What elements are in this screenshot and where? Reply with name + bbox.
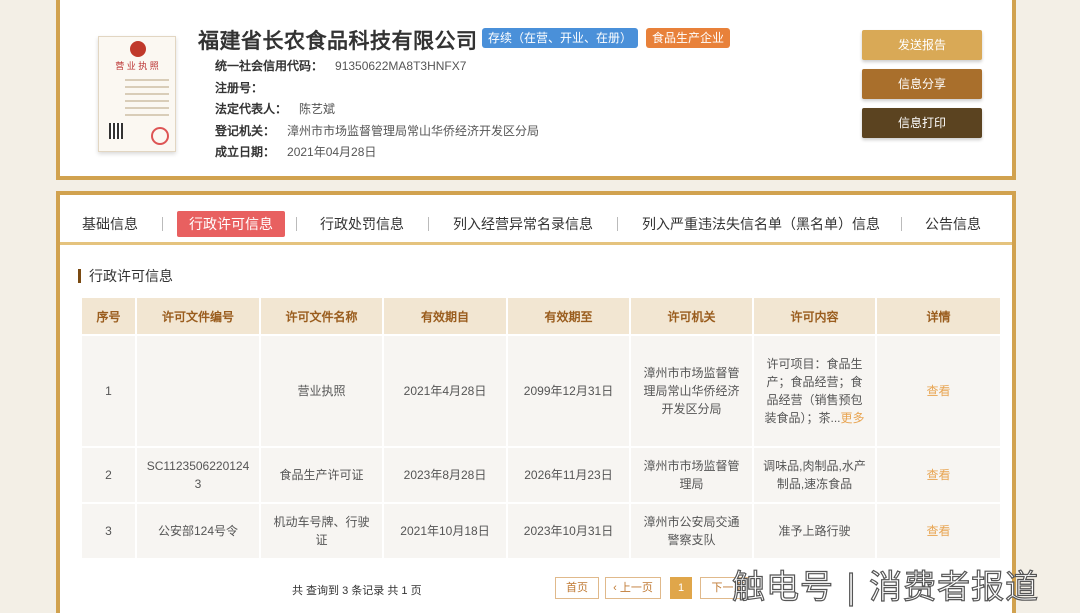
view-detail-link[interactable]: 查看 — [926, 468, 950, 482]
col-header-doc-no: 许可文件编号 — [135, 296, 261, 336]
send-report-button[interactable]: 发送报告 — [862, 30, 982, 60]
established-date-label: 成立日期： — [215, 145, 276, 159]
cell-detail: 查看 — [875, 446, 1002, 504]
cell-valid-to: 2026年11月23日 — [506, 446, 631, 504]
tab-admin-penalty[interactable]: 行政处罚信息 — [320, 211, 404, 237]
company-name: 福建省长农食品科技有限公司 — [198, 30, 478, 53]
prev-page-button[interactable]: ‹ 上一页 — [605, 577, 661, 599]
reg-number-row: 注册号： — [215, 79, 275, 96]
cell-doc-name: 食品生产许可证 — [259, 446, 384, 504]
page-number-current[interactable]: 1 — [670, 577, 692, 599]
watermark: 触电号 | 消费者报道 — [731, 566, 1040, 606]
company-type-badge: 食品生产企业 — [646, 28, 731, 48]
legal-rep-row: 法定代表人： 陈艺斌 — [215, 100, 335, 117]
cell-no: 2 — [80, 446, 137, 504]
print-info-button[interactable]: 信息打印 — [862, 108, 982, 138]
tab-divider — [296, 217, 297, 231]
credit-code-value: 91350622MA8T3HNFX7 — [335, 59, 467, 73]
first-page-button[interactable]: 首页 — [555, 577, 599, 599]
table-row: 1 营业执照 2021年4月28日 2099年12月31日 漳州市市场监督管理局… — [80, 334, 1002, 448]
credit-code-label: 统一社会信用代码： — [215, 59, 324, 73]
cell-doc-no: 公安部124号令 — [135, 502, 261, 560]
legal-rep-label: 法定代表人： — [215, 102, 288, 116]
cell-content: 准予上路行驶 — [752, 502, 877, 560]
company-card: 营 业 执 照 福建省长农食品科技有限公司 存续（在营、开业、在册） 食品生产企… — [56, 0, 1016, 180]
cell-detail: 查看 — [875, 334, 1002, 448]
cell-content: 许可项目：食品生产；食品经营；食品经营（销售预包装食品）；茶...更多 — [752, 334, 877, 448]
tab-announcements[interactable]: 公告信息 — [925, 211, 981, 237]
cell-detail: 查看 — [875, 502, 1002, 560]
reg-authority-value: 漳州市市场监督管理局常山华侨经济开发区分局 — [287, 124, 540, 138]
cell-valid-from: 2021年10月18日 — [382, 502, 508, 560]
cell-authority: 漳州市市场监督管理局 — [629, 446, 754, 504]
tab-basic-info[interactable]: 基础信息 — [82, 211, 138, 237]
col-header-valid-from: 有效期自 — [382, 296, 508, 336]
col-header-no: 序号 — [80, 296, 137, 336]
license-text-lines — [125, 79, 169, 121]
cell-doc-no: SC11235062201243 — [135, 446, 261, 504]
table-row: 2 SC11235062201243 食品生产许可证 2023年8月28日 20… — [80, 446, 1002, 504]
col-header-authority: 许可机关 — [629, 296, 754, 336]
cell-valid-from: 2023年8月28日 — [382, 446, 508, 504]
table-row: 3 公安部124号令 机动车号牌、行驶证 2021年10月18日 2023年10… — [80, 502, 1002, 560]
tab-blacklist[interactable]: 列入严重违法失信名单（黑名单）信息 — [642, 211, 880, 237]
cell-authority: 漳州市公安局交通警察支队 — [629, 502, 754, 560]
tab-divider — [901, 217, 902, 231]
cell-no: 1 — [80, 334, 137, 448]
reg-number-label: 注册号： — [215, 81, 264, 95]
tab-divider — [617, 217, 618, 231]
license-table: 序号 许可文件编号 许可文件名称 有效期自 有效期至 许可机关 许可内容 详情 … — [80, 296, 1002, 560]
reg-authority-row: 登记机关： 漳州市市场监督管理局常山华侨经济开发区分局 — [215, 122, 539, 139]
tab-divider — [428, 217, 429, 231]
cell-no: 3 — [80, 502, 137, 560]
credit-code-row: 统一社会信用代码： 91350622MA8T3HNFX7 — [215, 57, 466, 74]
cell-doc-name: 机动车号牌、行驶证 — [259, 502, 384, 560]
col-header-detail: 详情 — [875, 296, 1002, 336]
business-license-thumbnail[interactable]: 营 业 执 照 — [98, 36, 176, 152]
status-badge: 存续（在营、开业、在册） — [482, 28, 639, 48]
more-link[interactable]: 更多 — [841, 411, 865, 425]
col-header-valid-to: 有效期至 — [506, 296, 631, 336]
details-card: 基础信息 行政许可信息 行政处罚信息 列入经营异常名录信息 列入严重违法失信名单… — [56, 191, 1016, 613]
cell-valid-to: 2099年12月31日 — [506, 334, 631, 448]
established-date-row: 成立日期： 2021年04月28日 — [215, 143, 376, 160]
cell-doc-name: 营业执照 — [259, 334, 384, 448]
cell-authority: 漳州市市场监督管理局常山华侨经济开发区分局 — [629, 334, 754, 448]
tab-admin-license[interactable]: 行政许可信息 — [177, 211, 285, 237]
established-date-value: 2021年04月28日 — [287, 145, 377, 159]
view-detail-link[interactable]: 查看 — [926, 384, 950, 398]
legal-rep-value: 陈艺斌 — [299, 102, 336, 116]
view-detail-link[interactable]: 查看 — [926, 524, 950, 538]
share-info-button[interactable]: 信息分享 — [862, 69, 982, 99]
tab-divider — [162, 217, 163, 231]
cell-valid-from: 2021年4月28日 — [382, 334, 508, 448]
table-header-row: 序号 许可文件编号 许可文件名称 有效期自 有效期至 许可机关 许可内容 详情 — [80, 296, 1002, 336]
national-emblem-icon — [130, 41, 146, 57]
cell-content: 调味品,肉制品,水产制品,速冻食品 — [752, 446, 877, 504]
tab-abnormal-operations[interactable]: 列入经营异常名录信息 — [453, 211, 593, 237]
qr-code-icon — [109, 123, 123, 139]
tab-bar: 基础信息 行政许可信息 行政处罚信息 列入经营异常名录信息 列入严重违法失信名单… — [60, 195, 1012, 245]
cell-valid-to: 2023年10月31日 — [506, 502, 631, 560]
seal-icon — [151, 127, 169, 145]
col-header-doc-name: 许可文件名称 — [259, 296, 384, 336]
pagination-summary: 共 查询到 3 条记录 共 1 页 — [292, 585, 422, 597]
col-header-content: 许可内容 — [752, 296, 877, 336]
cell-doc-no — [135, 334, 261, 448]
reg-authority-label: 登记机关： — [215, 124, 276, 138]
section-title: 行政许可信息 — [78, 269, 173, 283]
license-thumbnail-title: 营 业 执 照 — [115, 61, 159, 71]
